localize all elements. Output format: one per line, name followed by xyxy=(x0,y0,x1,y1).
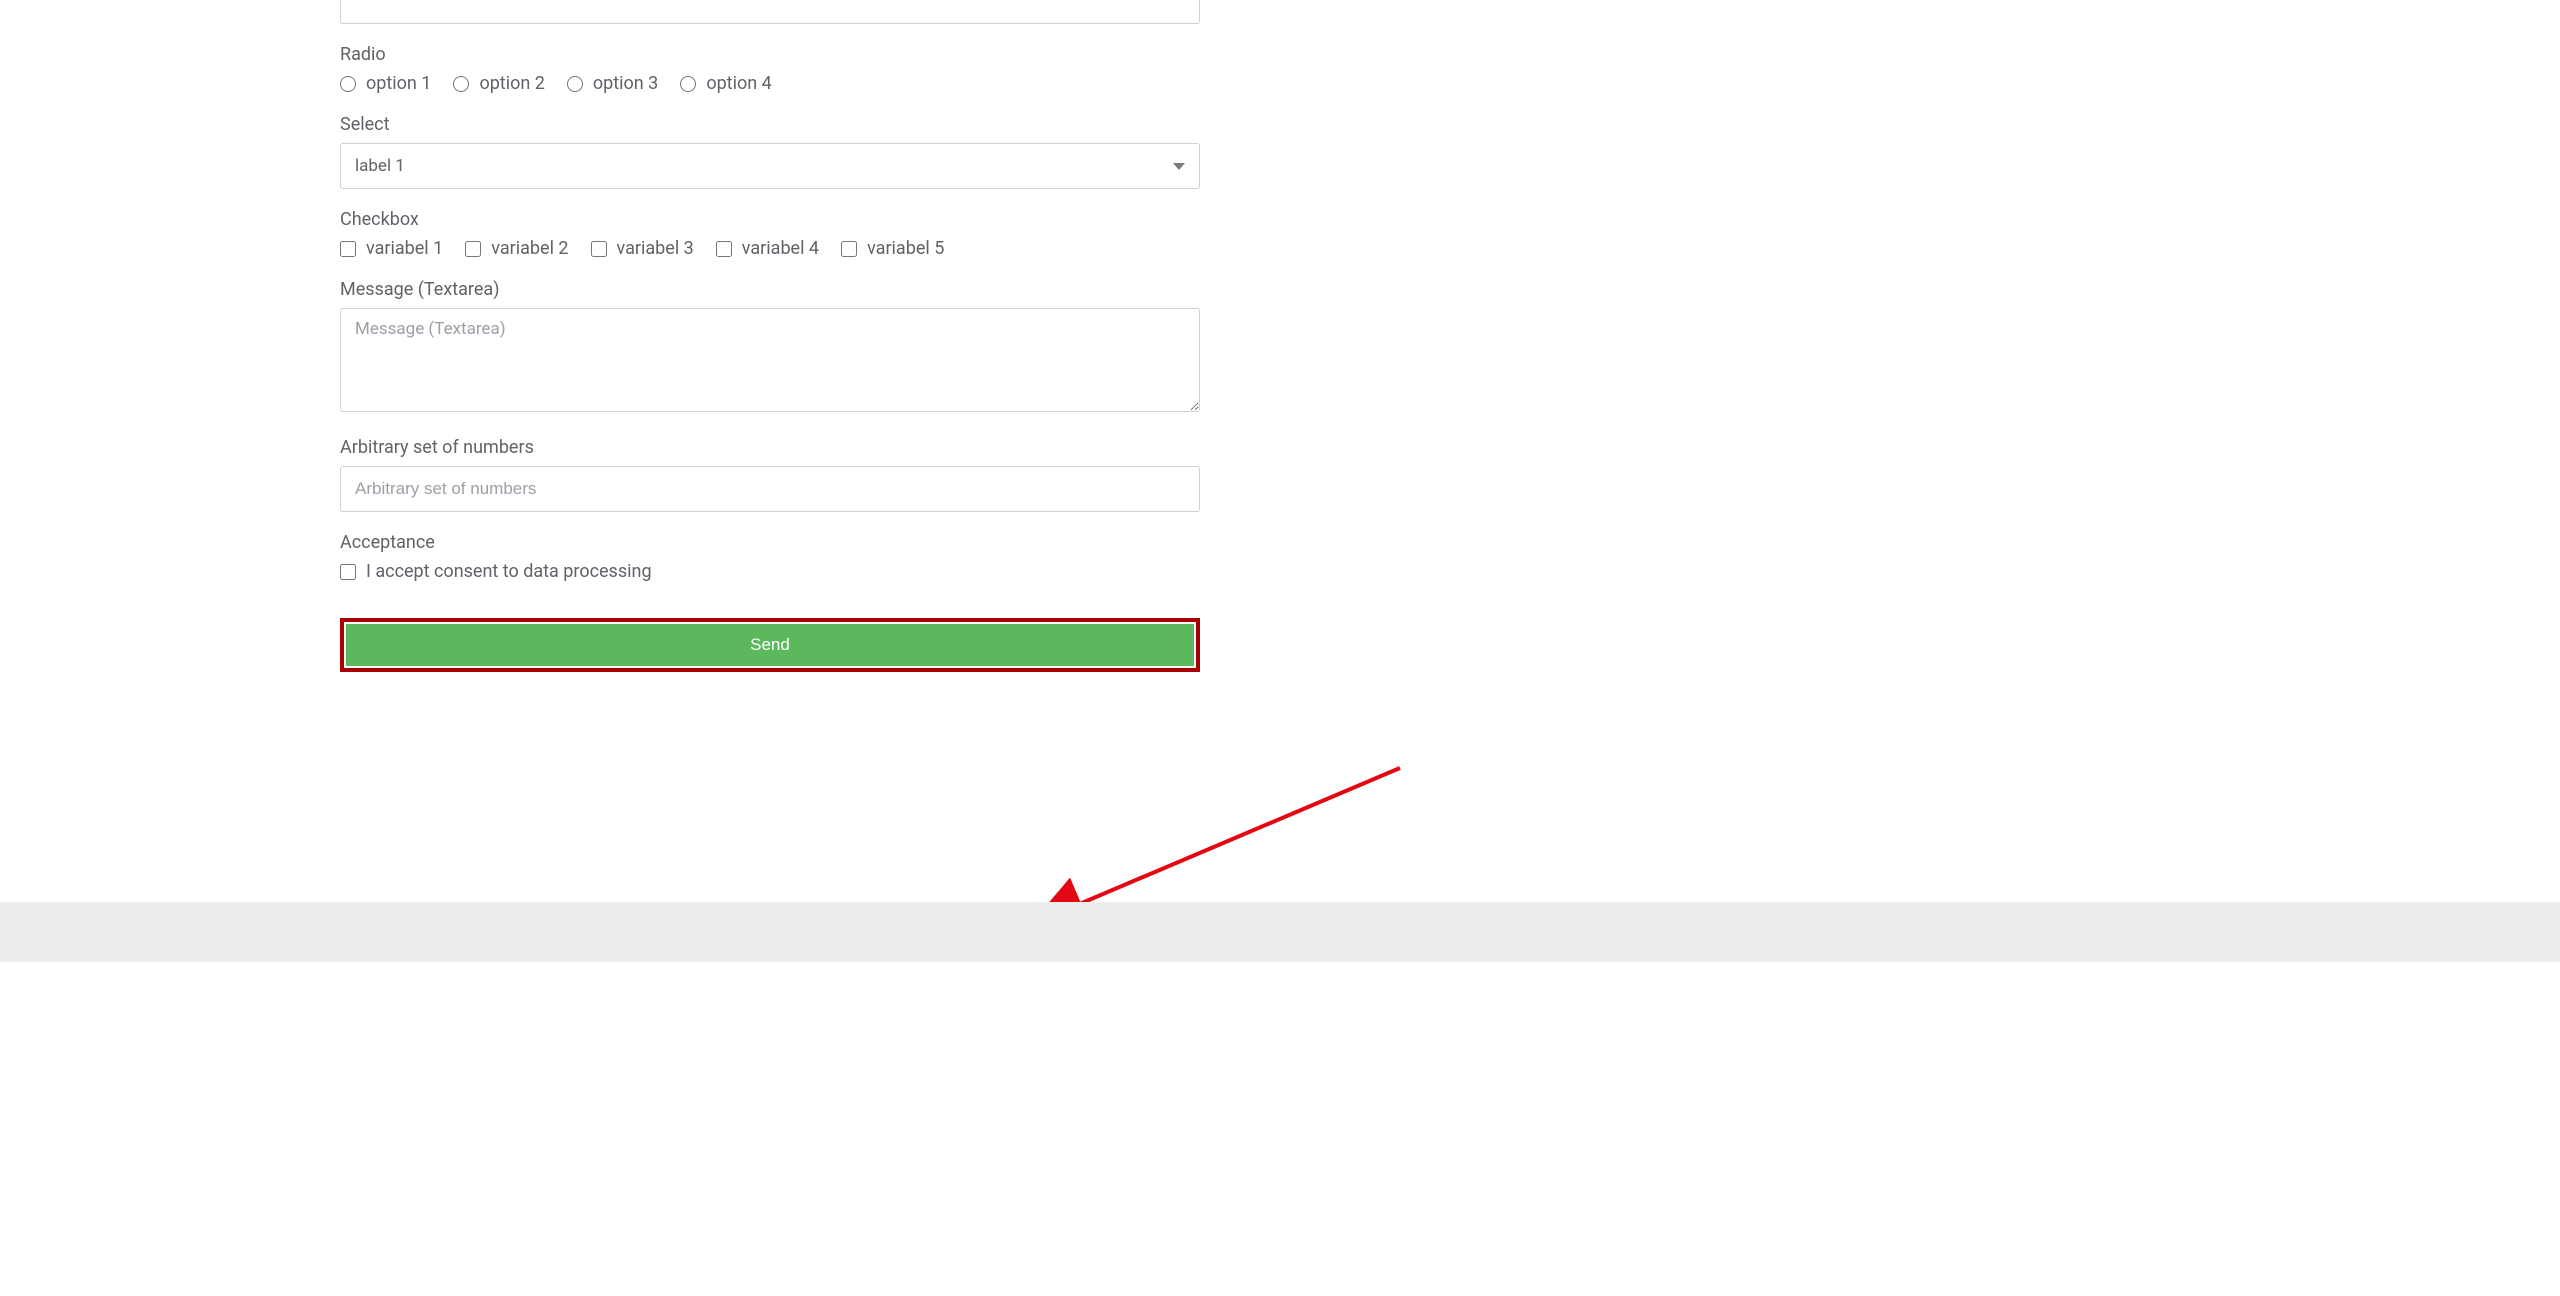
radio-input[interactable] xyxy=(567,76,583,92)
message-label: Message (Textarea) xyxy=(340,279,1200,300)
checkbox-input[interactable] xyxy=(841,241,857,257)
radio-option-label: option 2 xyxy=(479,73,544,94)
radio-options: option 1 option 2 option 3 option 4 xyxy=(340,73,1200,94)
checkbox-option[interactable]: variabel 5 xyxy=(841,238,944,259)
numbers-label: Arbitrary set of numbers xyxy=(340,437,1200,458)
select-label: Select xyxy=(340,114,1200,135)
radio-option-label: option 4 xyxy=(706,73,771,94)
radio-option-label: option 1 xyxy=(366,73,431,94)
radio-option[interactable]: option 4 xyxy=(680,73,771,94)
radio-option-label: option 3 xyxy=(593,73,658,94)
acceptance-label: Acceptance xyxy=(340,532,1200,553)
radio-option[interactable]: option 1 xyxy=(340,73,431,94)
checkbox-options: variabel 1 variabel 2 variabel 3 variabe… xyxy=(340,238,1200,259)
numbers-group: Arbitrary set of numbers xyxy=(340,437,1200,512)
checkbox-option-label: variabel 1 xyxy=(366,238,443,259)
checkbox-label: Checkbox xyxy=(340,209,1200,230)
acceptance-text: I accept consent to data processing xyxy=(366,561,652,582)
send-button[interactable]: Send xyxy=(346,624,1194,666)
checkbox-input[interactable] xyxy=(591,241,607,257)
numbers-input[interactable] xyxy=(340,466,1200,512)
checkbox-option[interactable]: variabel 2 xyxy=(465,238,568,259)
checkbox-option-label: variabel 4 xyxy=(742,238,819,259)
chevron-down-icon xyxy=(1173,163,1185,170)
footer-strip xyxy=(0,902,2560,962)
checkbox-option-label: variabel 5 xyxy=(867,238,944,259)
message-textarea[interactable] xyxy=(340,308,1200,412)
radio-option[interactable]: option 2 xyxy=(453,73,544,94)
select-value: label 1 xyxy=(355,156,405,176)
checkbox-input[interactable] xyxy=(340,241,356,257)
send-highlight-box: Send xyxy=(340,618,1200,672)
radio-option[interactable]: option 3 xyxy=(567,73,658,94)
checkbox-option-label: variabel 3 xyxy=(617,238,694,259)
radio-group: Radio option 1 option 2 option 3 option … xyxy=(340,44,1200,94)
checkbox-option[interactable]: variabel 1 xyxy=(340,238,443,259)
radio-input[interactable] xyxy=(680,76,696,92)
page-root: Radio option 1 option 2 option 3 option … xyxy=(0,0,2560,712)
radio-input[interactable] xyxy=(453,76,469,92)
checkbox-input[interactable] xyxy=(716,241,732,257)
select-group: Select label 1 xyxy=(340,114,1200,189)
checkbox-group: Checkbox variabel 1 variabel 2 variabel … xyxy=(340,209,1200,259)
top-text-field-group xyxy=(340,0,1200,24)
message-group: Message (Textarea) xyxy=(340,279,1200,417)
checkbox-option[interactable]: variabel 4 xyxy=(716,238,819,259)
form: Radio option 1 option 2 option 3 option … xyxy=(340,0,1200,672)
select-dropdown[interactable]: label 1 xyxy=(340,143,1200,189)
checkbox-input[interactable] xyxy=(465,241,481,257)
acceptance-group: Acceptance I accept consent to data proc… xyxy=(340,532,1200,582)
checkbox-option[interactable]: variabel 3 xyxy=(591,238,694,259)
acceptance-option[interactable]: I accept consent to data processing xyxy=(340,561,1200,582)
radio-label: Radio xyxy=(340,44,1200,65)
top-text-input[interactable] xyxy=(340,0,1200,24)
radio-input[interactable] xyxy=(340,76,356,92)
acceptance-checkbox[interactable] xyxy=(340,564,356,580)
checkbox-option-label: variabel 2 xyxy=(491,238,568,259)
